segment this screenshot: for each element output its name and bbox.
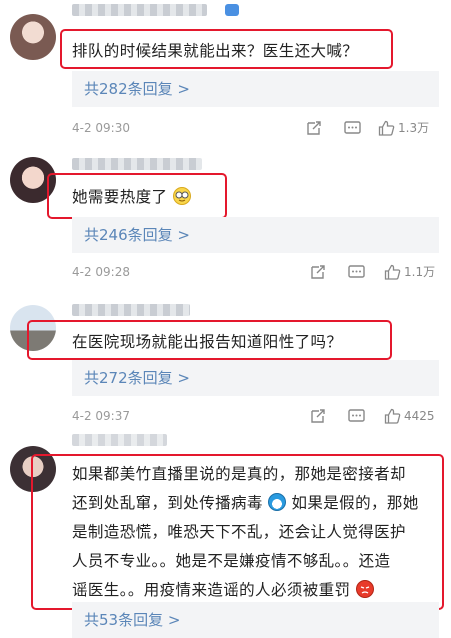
doraemon-icon xyxy=(268,493,287,511)
replies-link[interactable]: 共282条回复 > xyxy=(72,71,439,107)
comment-text: 在医院现场就能出报告知道阳性了吗？ xyxy=(72,333,343,351)
badge xyxy=(225,4,239,16)
username-blurred[interactable] xyxy=(72,434,167,446)
comment: 她需要热度了 共246条回复 > 4-2 09:28 1.1万 xyxy=(0,145,451,285)
comment: 如果都美竹直播里说的是真的，那她是密接者却 还到处乱窜，到处传播病毒 如果是假的… xyxy=(0,434,451,638)
like-count: 4425 xyxy=(404,409,435,423)
thumb-up-icon xyxy=(384,264,401,280)
comment-line: 如果都美竹直播里说的是真的，那她是密接者却 xyxy=(72,465,406,483)
comment-text: 排队的时候结果就能出来？医生还大喊？ xyxy=(72,42,359,60)
glasses-smiley-icon xyxy=(172,187,191,205)
comment-text: 她需要热度了 xyxy=(72,183,191,212)
share-icon[interactable] xyxy=(310,263,326,281)
comment: 排队的时候结果就能出来？医生还大喊？ 共282条回复 > 4-2 09:30 1… xyxy=(0,0,451,140)
comment-meta: 4-2 09:28 1.1万 xyxy=(72,263,441,281)
username-blurred[interactable] xyxy=(72,4,207,16)
comment-line-text: 如果是假的，那她 xyxy=(291,494,419,512)
comment-line-with-emoji: 还到处乱窜，到处传播病毒 如果是假的，那她 xyxy=(72,489,444,518)
thumb-up-icon xyxy=(378,120,395,136)
replies-link[interactable]: 共246条回复 > xyxy=(72,217,439,253)
avatar[interactable] xyxy=(10,305,56,351)
comment-meta: 4-2 09:37 4425 xyxy=(72,407,441,425)
comment: 在医院现场就能出报告知道阳性了吗？ 共272条回复 > 4-2 09:37 44… xyxy=(0,290,451,432)
comment-text: 如果都美竹直播里说的是真的，那她是密接者却 还到处乱窜，到处传播病毒 如果是假的… xyxy=(72,460,444,605)
share-icon[interactable] xyxy=(306,119,322,137)
avatar[interactable] xyxy=(10,14,56,60)
timestamp: 4-2 09:37 xyxy=(72,409,130,423)
avatar[interactable] xyxy=(10,157,56,203)
comment-icon[interactable] xyxy=(348,407,365,425)
comment-line: 人员不专业。。她是不是嫌疫情不够乱。。还造 xyxy=(72,552,391,570)
replies-link[interactable]: 共53条回复 > xyxy=(72,602,439,638)
comment-line-text: 还到处乱窜，到处传播病毒 xyxy=(72,494,263,512)
like-count: 1.1万 xyxy=(404,265,436,279)
avatar[interactable] xyxy=(10,446,56,492)
comment-line: 是制造恐慌，唯恐天下不乱，还会让人觉得医护 xyxy=(72,523,406,541)
comment-text-content: 她需要热度了 xyxy=(72,188,168,206)
like-button[interactable]: 4425 xyxy=(384,407,435,425)
comment-icon[interactable] xyxy=(348,263,365,281)
comment-line-with-emoji: 谣医生。。用疫情来造谣的人必须被重罚 xyxy=(72,576,444,605)
comment-line-text: 谣医生。。用疫情来造谣的人必须被重罚 xyxy=(72,581,351,599)
like-button[interactable]: 1.1万 xyxy=(384,263,435,281)
angry-face-icon xyxy=(355,580,374,598)
username-blurred[interactable] xyxy=(72,158,202,170)
timestamp: 4-2 09:28 xyxy=(72,265,130,279)
replies-link[interactable]: 共272条回复 > xyxy=(72,360,439,396)
like-count: 1.3万 xyxy=(398,121,430,135)
share-icon[interactable] xyxy=(310,407,326,425)
comment-meta: 4-2 09:30 1.3万 xyxy=(72,119,441,137)
username-blurred[interactable] xyxy=(72,304,190,316)
comment-icon[interactable] xyxy=(344,119,361,137)
timestamp: 4-2 09:30 xyxy=(72,121,130,135)
thumb-up-icon xyxy=(384,408,401,424)
like-button[interactable]: 1.3万 xyxy=(378,119,429,137)
